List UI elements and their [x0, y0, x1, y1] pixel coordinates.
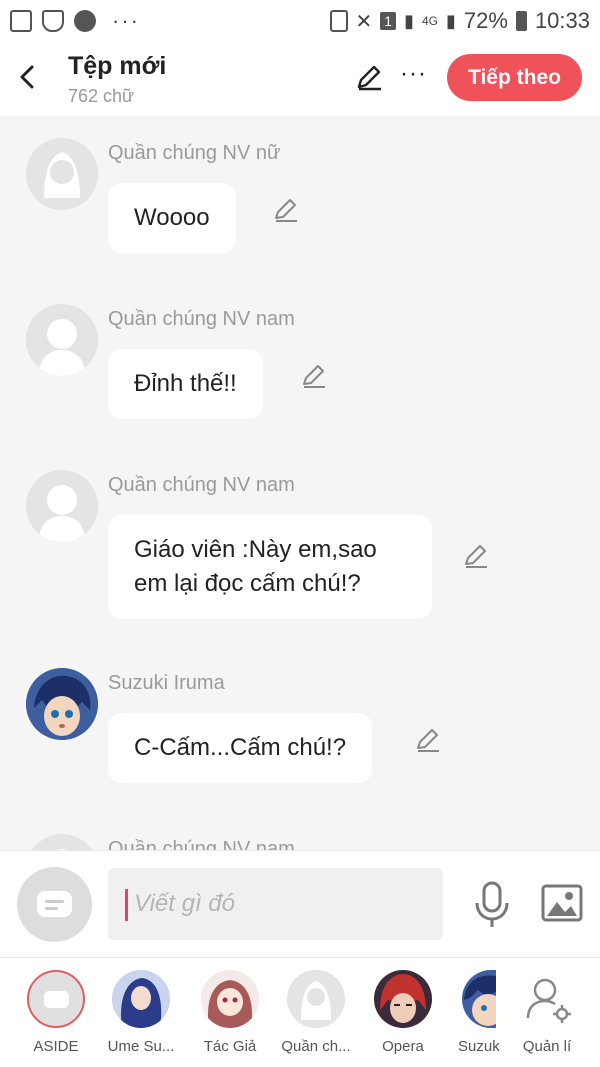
- facebook-notification-icon: [74, 10, 96, 32]
- character-ume[interactable]: Ume Su...: [97, 970, 185, 1055]
- gallery-notification-icon: [10, 10, 32, 32]
- next-button[interactable]: Tiếp theo: [447, 54, 582, 101]
- character-bar: ASIDE Ume Su... Tác Giả Quần ch... Opera…: [0, 957, 600, 1067]
- recycle-icon: [329, 10, 348, 32]
- message-bubble[interactable]: C-Cấm...Cấm chú!?: [108, 713, 373, 783]
- edit-title-pencil-icon[interactable]: [354, 62, 384, 92]
- avatar: [374, 970, 432, 1028]
- aside-chat-icon: [27, 970, 85, 1028]
- battery-percent: 72%: [463, 8, 508, 33]
- message-placeholder: Viết gì đó: [134, 890, 235, 917]
- back-arrow-icon[interactable]: [12, 58, 44, 96]
- sender-name: Quần chúng NV nam: [108, 474, 295, 496]
- avatar: [287, 970, 345, 1028]
- signal2-icon: ▮: [445, 10, 456, 31]
- network-label: 4G: [421, 14, 438, 28]
- sim-badge: 1: [380, 12, 397, 30]
- character-label: Opera: [382, 1038, 424, 1055]
- pencil-icon[interactable]: [272, 196, 300, 224]
- battery-icon: [515, 11, 527, 31]
- avatar[interactable]: [26, 834, 98, 850]
- clock: 10:33: [534, 8, 590, 33]
- avatar-suzuki-iruma[interactable]: [26, 668, 98, 740]
- avatar[interactable]: [26, 470, 98, 542]
- status-bar: ··· ✕ 1 ▮ 4G ▮ 72% 10:33: [0, 0, 600, 42]
- app-header: Tệp mới 762 chữ ··· Tiếp theo: [0, 42, 600, 116]
- word-count: 762 chữ: [68, 86, 135, 106]
- shield-notification-icon: [42, 10, 64, 32]
- mic-icon[interactable]: [472, 879, 512, 931]
- character-opera[interactable]: Opera: [359, 970, 447, 1055]
- composer-bar: Viết gì đó: [0, 850, 600, 957]
- page-title: Tệp mới: [68, 52, 167, 80]
- message-bubble[interactable]: Woooo: [108, 183, 236, 253]
- sender-name: Quần chúng NV nam: [108, 308, 295, 330]
- character-label: ASIDE: [33, 1038, 79, 1055]
- message-bubble[interactable]: Giáo viên :Này em,sao em lại đọc cấm chú…: [108, 515, 432, 619]
- character-label: Quản lí: [522, 1038, 572, 1055]
- character-suzuki[interactable]: Suzuk: [446, 970, 506, 1055]
- pencil-icon[interactable]: [300, 362, 328, 390]
- avatar: [462, 970, 496, 1028]
- character-quan-chung[interactable]: Quần ch...: [272, 970, 360, 1055]
- avatar[interactable]: [26, 304, 98, 376]
- text-caret: [125, 889, 128, 921]
- character-label: Tác Giả: [203, 1038, 257, 1055]
- chat-area: Quần chúng NV nữ Woooo Quần chúng NV nam…: [0, 116, 600, 850]
- manage-user-icon: [518, 970, 576, 1028]
- character-label: Ume Su...: [107, 1038, 175, 1055]
- image-icon[interactable]: [541, 884, 583, 922]
- signal-icon: ▮: [404, 10, 414, 31]
- more-icon[interactable]: ···: [400, 60, 427, 88]
- sender-name: Suzuki Iruma: [108, 672, 225, 694]
- character-label: Quần ch...: [281, 1038, 351, 1055]
- character-tac-gia[interactable]: Tác Giả: [186, 970, 274, 1055]
- avatar: [112, 970, 170, 1028]
- more-notifications-icon: ···: [112, 8, 140, 33]
- avatar[interactable]: [26, 138, 98, 210]
- aside-chat-icon[interactable]: [17, 867, 92, 942]
- avatar: [201, 970, 259, 1028]
- mute-icon: ✕: [355, 10, 373, 33]
- sender-name: Quần chúng NV nam: [108, 838, 295, 850]
- message-input[interactable]: Viết gì đó: [108, 868, 443, 940]
- pencil-icon[interactable]: [414, 726, 442, 754]
- pencil-icon[interactable]: [462, 542, 490, 570]
- character-aside[interactable]: ASIDE: [12, 970, 100, 1055]
- character-label: Suzuk: [458, 1038, 500, 1055]
- manage-characters[interactable]: Quản lí: [503, 970, 591, 1055]
- sender-name: Quần chúng NV nữ: [108, 142, 281, 164]
- message-bubble[interactable]: Đỉnh thế!!: [108, 349, 263, 419]
